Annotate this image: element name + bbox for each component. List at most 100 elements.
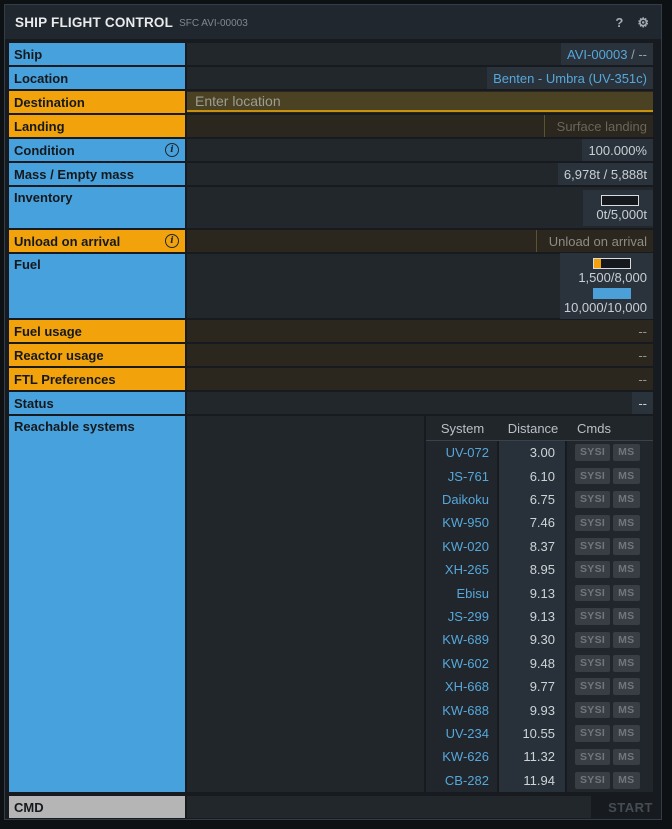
system-cell: UV-234 <box>426 722 497 745</box>
sysi-button[interactable]: SYSI <box>575 702 610 719</box>
ftl-preferences-label-text: FTL Preferences <box>14 372 116 387</box>
table-row: XH-265 8.95 SYSI MS <box>426 558 653 581</box>
table-row: KW-688 9.93 SYSI MS <box>426 698 653 721</box>
inventory-label-text: Inventory <box>14 190 73 205</box>
sysi-button[interactable]: SYSI <box>575 772 610 789</box>
system-link[interactable]: CB-282 <box>445 773 489 788</box>
help-icon[interactable]: ? <box>615 16 623 29</box>
system-link[interactable]: KW-689 <box>442 632 489 647</box>
system-cell: CB-282 <box>426 769 497 792</box>
sysi-button[interactable]: SYSI <box>575 561 610 578</box>
system-link[interactable]: KW-688 <box>442 703 489 718</box>
ms-button[interactable]: MS <box>613 444 639 461</box>
sysi-button[interactable]: SYSI <box>575 444 610 461</box>
titlebar-icons: ? ⚙ <box>615 16 649 29</box>
system-link[interactable]: UV-072 <box>446 445 489 460</box>
system-link[interactable]: JS-299 <box>448 609 489 624</box>
system-link[interactable]: KW-626 <box>442 749 489 764</box>
reactor-usage-placeholder: -- <box>638 348 653 363</box>
sysi-button[interactable]: SYSI <box>575 468 610 485</box>
unload-label: Unload on arrival i <box>9 230 185 252</box>
inventory-value: 0t/5,000t <box>187 187 653 228</box>
cmd-row: CMD START <box>9 796 653 818</box>
system-cell: KW-602 <box>426 652 497 675</box>
ftl-fuel-bar <box>593 258 631 269</box>
ms-button[interactable]: MS <box>613 749 639 766</box>
status-label-text: Status <box>14 396 54 411</box>
unload-on-arrival-option[interactable]: Unload on arrival <box>536 230 653 252</box>
distance-cell: 9.48 <box>499 652 565 675</box>
ship-row: Ship AVI-00003 / -- <box>9 43 653 65</box>
distance-cell: 9.30 <box>499 628 565 651</box>
unload-info-icon[interactable]: i <box>165 234 179 248</box>
system-link[interactable]: XH-265 <box>445 562 489 577</box>
ms-button[interactable]: MS <box>613 538 639 555</box>
ms-button[interactable]: MS <box>613 585 639 602</box>
ms-button[interactable]: MS <box>613 702 639 719</box>
reachable-systems-spacer <box>187 416 424 792</box>
landing-value: Surface landing <box>187 115 653 137</box>
ms-button[interactable]: MS <box>613 655 639 672</box>
location-link[interactable]: Benten - Umbra (UV-351c) <box>493 71 647 86</box>
sysi-button[interactable]: SYSI <box>575 515 610 532</box>
sysi-button[interactable]: SYSI <box>575 678 610 695</box>
sysi-button[interactable]: SYSI <box>575 585 610 602</box>
title-bar: SHIP FLIGHT CONTROL SFC AVI-00003 ? ⚙ <box>5 5 661 39</box>
system-link[interactable]: KW-950 <box>442 515 489 530</box>
ship-link[interactable]: AVI-00003 <box>567 47 627 62</box>
ftl-preferences-label: FTL Preferences <box>9 368 185 390</box>
destination-label-text: Destination <box>14 95 85 110</box>
condition-value: 100.000% <box>187 139 653 161</box>
condition-info-icon[interactable]: i <box>165 143 179 157</box>
cmd-input[interactable] <box>187 796 591 818</box>
system-link[interactable]: KW-020 <box>442 539 489 554</box>
sysi-button[interactable]: SYSI <box>575 608 610 625</box>
system-cell: JS-299 <box>426 605 497 628</box>
sysi-button[interactable]: SYSI <box>575 491 610 508</box>
table-row: UV-072 3.00 SYSI MS <box>426 441 653 464</box>
cmd-label: CMD <box>9 796 185 818</box>
ship-flight-control-window: SHIP FLIGHT CONTROL SFC AVI-00003 ? ⚙ Sh… <box>4 4 662 820</box>
ms-button[interactable]: MS <box>613 515 639 532</box>
ms-button[interactable]: MS <box>613 678 639 695</box>
cmds-cell: SYSI MS <box>567 628 653 651</box>
system-link[interactable]: UV-234 <box>446 726 489 741</box>
start-button[interactable]: START <box>599 800 653 815</box>
ms-button[interactable]: MS <box>613 632 639 649</box>
cmd-value: START <box>187 796 653 818</box>
condition-label-text: Condition <box>14 143 75 158</box>
system-cell: Ebisu <box>426 581 497 604</box>
system-link[interactable]: Ebisu <box>456 586 489 601</box>
table-row: KW-689 9.30 SYSI MS <box>426 628 653 651</box>
ms-button[interactable]: MS <box>613 725 639 742</box>
sysi-button[interactable]: SYSI <box>575 632 610 649</box>
reachable-systems-value: System Distance Cmds UV-072 3.00 SYSI MS… <box>187 416 653 792</box>
table-row: JS-761 6.10 SYSI MS <box>426 464 653 487</box>
sysi-button[interactable]: SYSI <box>575 655 610 672</box>
ms-button[interactable]: MS <box>613 561 639 578</box>
inventory-gauge-chip: 0t/5,000t <box>583 190 653 226</box>
ms-button[interactable]: MS <box>613 468 639 485</box>
distance-cell: 6.75 <box>499 488 565 511</box>
system-link[interactable]: XH-668 <box>445 679 489 694</box>
sysi-button[interactable]: SYSI <box>575 538 610 555</box>
system-link[interactable]: JS-761 <box>448 469 489 484</box>
fuel-usage-label-text: Fuel usage <box>14 324 82 339</box>
table-row: KW-602 9.48 SYSI MS <box>426 652 653 675</box>
mass-row: Mass / Empty mass 6,978t / 5,888t <box>9 163 653 185</box>
settings-gear-icon[interactable]: ⚙ <box>637 16 649 29</box>
system-link[interactable]: Daikoku <box>442 492 489 507</box>
sysi-button[interactable]: SYSI <box>575 725 610 742</box>
ms-button[interactable]: MS <box>613 491 639 508</box>
system-link[interactable]: KW-602 <box>442 656 489 671</box>
cmds-cell: SYSI MS <box>567 605 653 628</box>
surface-landing-option[interactable]: Surface landing <box>544 115 653 137</box>
ms-button[interactable]: MS <box>613 608 639 625</box>
sysi-button[interactable]: SYSI <box>575 749 610 766</box>
distance-cell: 11.32 <box>499 745 565 768</box>
destination-input[interactable] <box>187 92 653 112</box>
ms-button[interactable]: MS <box>613 772 639 789</box>
distance-cell: 3.00 <box>499 441 565 464</box>
status-row: Status -- <box>9 392 653 414</box>
inventory-label: Inventory <box>9 187 185 228</box>
